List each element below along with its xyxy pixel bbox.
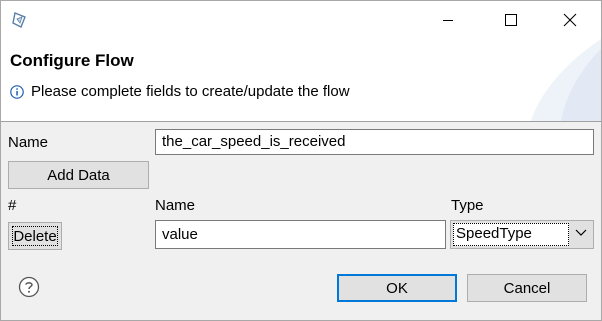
dialog-header: Configure Flow Please complete fields to…: [1, 39, 601, 121]
maximize-icon: [505, 14, 517, 26]
chevron-down-icon: [575, 229, 587, 236]
close-button[interactable]: [547, 1, 593, 39]
minimize-button[interactable]: [425, 1, 471, 39]
ok-label: OK: [386, 279, 408, 297]
info-icon: [10, 84, 24, 99]
info-message: Please complete fields to create/update …: [10, 83, 350, 100]
cancel-button[interactable]: Cancel: [467, 274, 587, 302]
name-label: Name: [8, 134, 49, 151]
minimize-icon: [443, 20, 453, 21]
data-name-field[interactable]: value: [155, 220, 446, 249]
delete-row-button[interactable]: Delete: [8, 222, 62, 250]
flow-name-field[interactable]: the_car_speed_is_received: [155, 129, 594, 155]
maximize-button[interactable]: [488, 1, 534, 39]
close-icon: [563, 13, 577, 27]
column-type-header: Type: [451, 197, 484, 214]
data-type-value: SpeedType: [453, 223, 569, 246]
header-decoration: [531, 39, 601, 121]
column-name-header: Name: [155, 197, 196, 214]
delete-label: Delete: [9, 223, 61, 249]
title-bar: [1, 1, 601, 39]
ok-button[interactable]: OK: [337, 274, 457, 302]
app-icon: [12, 12, 26, 28]
configure-flow-dialog: Configure Flow Please complete fields to…: [0, 0, 602, 321]
header-separator: [1, 121, 601, 122]
add-data-button[interactable]: Add Data: [8, 161, 149, 189]
add-data-label: Add Data: [47, 166, 110, 184]
info-text: Please complete fields to create/update …: [31, 83, 350, 100]
cancel-label: Cancel: [503, 279, 551, 297]
data-type-select[interactable]: SpeedType: [450, 220, 594, 249]
dialog-title: Configure Flow: [10, 51, 134, 70]
column-index-header: #: [8, 197, 17, 214]
help-icon[interactable]: [18, 276, 40, 298]
